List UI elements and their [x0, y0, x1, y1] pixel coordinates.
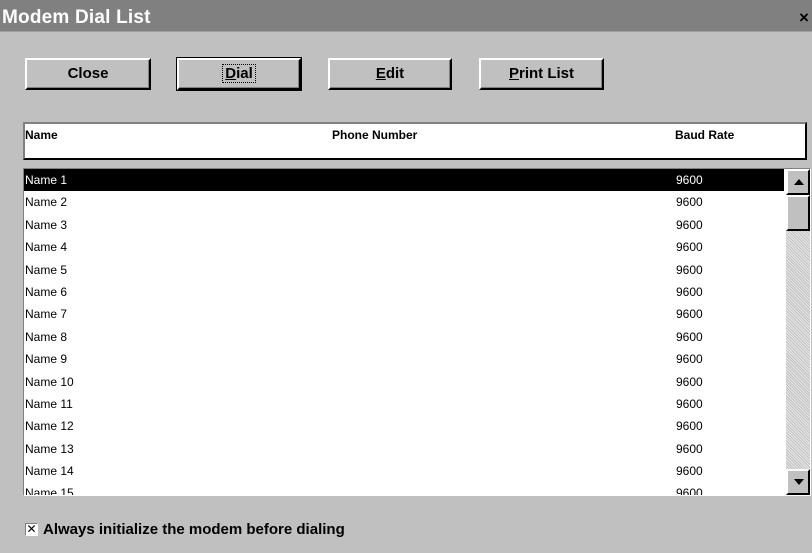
list-header: Name Phone Number Baud Rate — [23, 122, 807, 160]
list-item-name: Name 8 — [25, 329, 68, 344]
list-item-baud: 9600 — [676, 464, 703, 479]
print-list-button-label: Print List — [509, 65, 574, 82]
scroll-thumb[interactable] — [786, 195, 810, 231]
list-item[interactable]: Name 6 9600 — [24, 281, 784, 303]
list-item[interactable]: Name 15 9600 — [24, 482, 784, 496]
init-modem-checkbox[interactable]: ✕ — [25, 523, 38, 536]
list-item[interactable]: Name 10 9600 — [24, 371, 784, 393]
list-item[interactable]: Name 13 9600 — [24, 438, 784, 460]
dial-list-rows: Name 1 9600 Name 2 9600 Name 3 9600 Name 4 9600… — [24, 169, 784, 496]
list-item-name: Name 7 — [25, 307, 68, 322]
list-item-baud: 9600 — [676, 374, 703, 389]
list-item-name: Name 9 — [25, 352, 68, 367]
list-item[interactable]: Name 5 9600 — [24, 259, 784, 281]
list-item-baud: 9600 — [676, 419, 703, 434]
list-item-baud: 9600 — [676, 329, 703, 344]
init-modem-label[interactable]: Always initialize the modem before diali… — [43, 521, 345, 538]
close-button-label: Close — [67, 65, 109, 82]
column-header-phone[interactable]: Phone Number — [332, 128, 417, 142]
list-item-name: Name 1 — [25, 173, 68, 187]
arrow-up-icon — [794, 179, 804, 185]
list-item[interactable]: Name 8 9600 — [24, 326, 784, 348]
list-item-baud: 9600 — [676, 217, 703, 232]
list-item[interactable]: Name 9 9600 — [24, 348, 784, 370]
list-item-name: Name 11 — [25, 396, 73, 411]
scroll-down-button[interactable] — [786, 469, 810, 495]
list-item[interactable]: Name 4 9600 — [24, 236, 784, 258]
dial-button[interactable]: Dial — [176, 57, 302, 91]
list-item-baud: 9600 — [676, 352, 703, 367]
close-icon[interactable]: × — [796, 7, 812, 29]
print-list-button[interactable]: Print List — [479, 58, 604, 90]
list-item-name: Name 12 — [25, 419, 74, 434]
list-item[interactable]: Name 2 9600 — [24, 191, 784, 213]
close-button[interactable]: Close — [25, 58, 151, 90]
title-bar: Modem Dial List × — [0, 0, 812, 32]
edit-mnemonic: E — [375, 65, 386, 82]
list-item[interactable]: Name 11 9600 — [24, 393, 784, 415]
list-item-baud: 9600 — [676, 262, 703, 277]
list-item-name: Name 14 — [25, 464, 74, 479]
edit-rest: dit — [385, 65, 405, 82]
list-item-name: Name 6 — [25, 284, 68, 299]
list-item-baud: 9600 — [676, 284, 703, 299]
list-item-baud: 9600 — [676, 195, 703, 210]
list-item-name: Name 2 — [25, 195, 68, 210]
column-header-name[interactable]: Name — [25, 128, 58, 142]
list-item-name: Name 15 — [25, 486, 74, 496]
list-item[interactable]: Name 7 9600 — [24, 303, 784, 325]
print-mnemonic: P — [508, 65, 519, 82]
list-item-baud: 9600 — [676, 240, 703, 255]
list-item-name: Name 5 — [25, 262, 68, 277]
list-item[interactable]: Name 12 9600 — [24, 415, 784, 437]
dial-button-label: Dial — [222, 64, 256, 83]
dial-list[interactable]: Name 1 9600 Name 2 9600 Name 3 9600 Name 4 9600… — [23, 168, 811, 496]
dial-rest: ial — [236, 65, 253, 82]
list-item[interactable]: Name 14 9600 — [24, 460, 784, 482]
edit-button[interactable]: Edit — [328, 58, 452, 90]
list-item-baud: 9600 — [676, 307, 703, 322]
list-item-baud: 9600 — [676, 173, 703, 187]
list-item-name: Name 13 — [25, 441, 74, 456]
list-item-name: Name 10 — [25, 374, 74, 389]
column-header-baud[interactable]: Baud Rate — [675, 128, 734, 142]
vertical-scrollbar[interactable] — [786, 169, 810, 495]
list-item-baud: 9600 — [676, 396, 703, 411]
edit-button-label: Edit — [376, 65, 404, 82]
list-item-baud: 9600 — [676, 441, 703, 456]
list-item-name: Name 3 — [25, 217, 68, 232]
window-title: Modem Dial List — [2, 7, 151, 28]
list-item[interactable]: Name 3 9600 — [24, 214, 784, 236]
dial-mnemonic: D — [225, 65, 237, 82]
list-item[interactable]: Name 1 9600 — [24, 169, 784, 192]
list-item-name: Name 4 — [25, 240, 68, 255]
list-item-baud: 9600 — [676, 486, 703, 496]
arrow-down-icon — [794, 479, 804, 485]
scroll-up-button[interactable] — [786, 169, 810, 195]
print-rest: rint List — [519, 65, 574, 82]
